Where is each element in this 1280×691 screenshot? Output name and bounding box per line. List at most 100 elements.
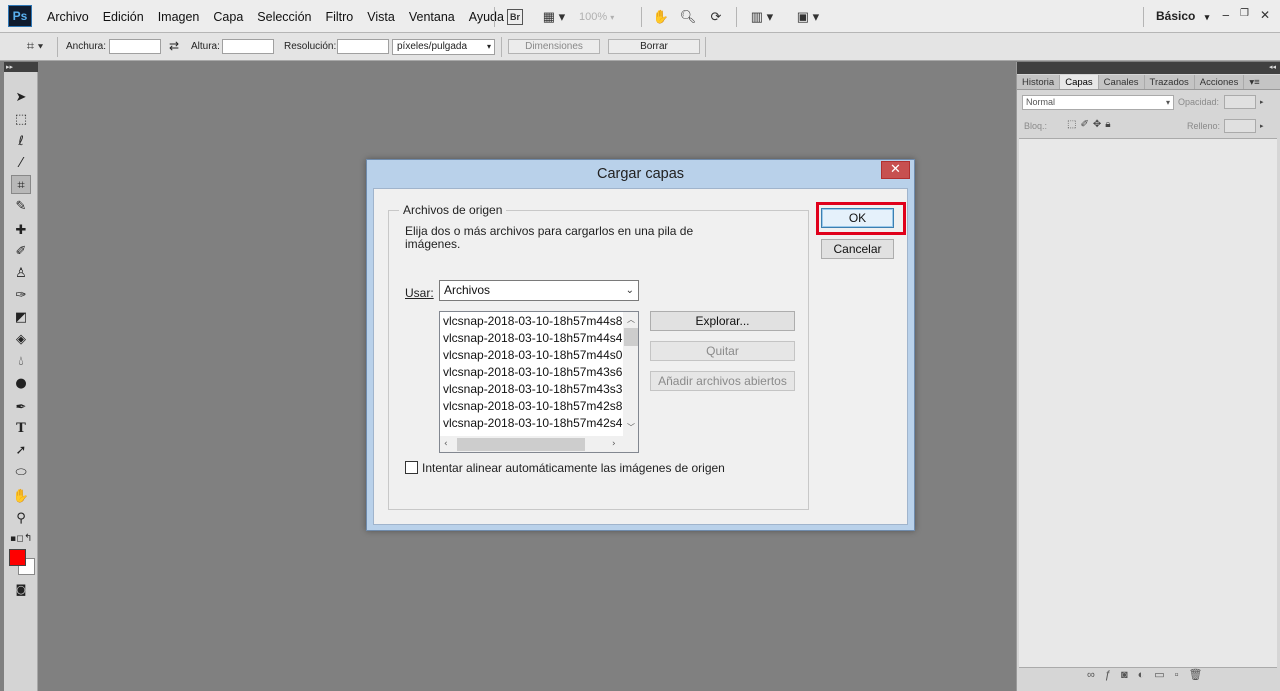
use-label-text: Usar: bbox=[405, 286, 434, 300]
ok-button[interactable]: OK bbox=[821, 208, 894, 228]
lasso-tool-icon[interactable]: ℓ bbox=[11, 132, 31, 151]
bridge-icon[interactable]: Br bbox=[507, 9, 523, 25]
scroll-right-icon[interactable]: › bbox=[612, 439, 616, 449]
move-tool-icon[interactable]: ➤ bbox=[11, 88, 31, 107]
list-item[interactable]: vlcsnap-2018-03-10-18h57m42s480 bbox=[443, 415, 623, 432]
menu-capa[interactable]: Capa bbox=[206, 10, 250, 24]
menu-ventana[interactable]: Ventana bbox=[402, 10, 462, 24]
zoom-tool-icon[interactable]: 🔍︎ bbox=[678, 8, 698, 26]
panel-grip[interactable]: ◂◂ bbox=[1017, 62, 1280, 74]
layers-list[interactable] bbox=[1019, 138, 1277, 668]
vertical-scrollbar[interactable]: ︿ ﹀ bbox=[623, 312, 638, 436]
crop-tool-preset-icon[interactable]: ⌗ ▾ bbox=[20, 37, 50, 55]
list-item[interactable]: vlcsnap-2018-03-10-18h57m44s423 bbox=[443, 330, 623, 347]
resolution-unit-value: píxeles/pulgada bbox=[397, 41, 468, 52]
ellipse-tool-icon[interactable]: ⬭ bbox=[11, 463, 31, 482]
horizontal-scroll-thumb[interactable] bbox=[457, 438, 585, 451]
quick-mask-icon[interactable]: ◙ bbox=[11, 580, 31, 599]
height-input[interactable] bbox=[222, 39, 274, 54]
fill-input[interactable] bbox=[1224, 119, 1256, 133]
marquee-tool-icon[interactable]: ⬚ bbox=[11, 110, 31, 129]
list-item[interactable]: vlcsnap-2018-03-10-18h57m43s663 bbox=[443, 364, 623, 381]
browse-button[interactable]: Explorar... bbox=[650, 311, 795, 331]
healing-brush-tool-icon[interactable]: ✚ bbox=[11, 221, 31, 240]
resolution-input[interactable] bbox=[337, 39, 389, 54]
menu-imagen[interactable]: Imagen bbox=[151, 10, 207, 24]
file-list[interactable]: vlcsnap-2018-03-10-18h57m44s823 vlcsnap-… bbox=[439, 311, 639, 453]
panel-menu-icon[interactable]: ▾≡ bbox=[1244, 75, 1264, 89]
scroll-down-icon[interactable]: ﹀ bbox=[627, 422, 635, 433]
menu-edicion[interactable]: Edición bbox=[96, 10, 151, 24]
cancel-button[interactable]: Cancelar bbox=[821, 239, 894, 259]
opacity-input[interactable] bbox=[1224, 95, 1256, 109]
menu-filtro[interactable]: Filtro bbox=[318, 10, 360, 24]
horizontal-scrollbar[interactable]: ‹ › bbox=[440, 436, 638, 452]
remove-button[interactable]: Quitar bbox=[650, 341, 795, 361]
resolution-unit-select[interactable]: píxeles/pulgada ▾ bbox=[392, 39, 495, 55]
default-colors-icon[interactable]: ▪◻ bbox=[10, 534, 24, 544]
rotate-view-icon[interactable]: ⟳ bbox=[706, 8, 726, 26]
brush-tool-icon[interactable]: ✐ bbox=[11, 242, 31, 261]
eraser-tool-icon[interactable]: ◩ bbox=[11, 308, 31, 327]
list-item[interactable]: vlcsnap-2018-03-10-18h57m42s863 bbox=[443, 398, 623, 415]
scroll-up-icon[interactable]: ︿ bbox=[627, 314, 635, 325]
menu-archivo[interactable]: Archivo bbox=[40, 10, 96, 24]
tab-capas[interactable]: Capas bbox=[1060, 75, 1099, 89]
add-open-files-button[interactable]: Añadir archivos abiertos bbox=[650, 371, 795, 391]
screen-mode-icon[interactable]: ▣ ▾ bbox=[792, 8, 824, 26]
type-tool-icon[interactable]: T bbox=[11, 419, 31, 438]
view-extras-icon[interactable]: ▦ ▾ bbox=[538, 8, 570, 26]
width-input[interactable] bbox=[109, 39, 161, 54]
crop-tool-icon[interactable]: ⌗ bbox=[11, 175, 31, 194]
menu-separator bbox=[641, 7, 642, 27]
scroll-left-icon[interactable]: ‹ bbox=[444, 439, 448, 449]
tab-canales[interactable]: Canales bbox=[1099, 75, 1145, 89]
dimensions-button[interactable]: Dimensiones bbox=[508, 39, 600, 54]
quick-selection-tool-icon[interactable]: ⁄ bbox=[11, 154, 31, 173]
close-icon[interactable]: ✕ bbox=[1260, 8, 1270, 22]
eyedropper-tool-icon[interactable]: ✎ bbox=[11, 197, 31, 216]
menu-seleccion[interactable]: Selección bbox=[250, 10, 318, 24]
blur-tool-icon[interactable]: 💧︎ bbox=[11, 352, 31, 371]
tab-trazados[interactable]: Trazados bbox=[1145, 75, 1195, 89]
list-item[interactable]: vlcsnap-2018-03-10-18h57m44s823 bbox=[443, 313, 623, 330]
swap-dimensions-icon[interactable]: ⇄ bbox=[169, 39, 179, 53]
vertical-scroll-thumb[interactable] bbox=[624, 328, 638, 346]
opacity-arrow-icon[interactable]: ▸ bbox=[1260, 98, 1264, 106]
tab-acciones[interactable]: Acciones bbox=[1195, 75, 1245, 89]
list-item[interactable]: vlcsnap-2018-03-10-18h57m44s032 bbox=[443, 347, 623, 364]
minimize-icon[interactable]: ‒ bbox=[1222, 8, 1230, 22]
arrange-documents-icon[interactable]: ▥ ▾ bbox=[746, 8, 778, 26]
menu-ayuda[interactable]: Ayuda bbox=[462, 10, 511, 24]
options-separator bbox=[705, 37, 706, 57]
clone-stamp-tool-icon[interactable]: ♙ bbox=[11, 264, 31, 283]
foreground-color-swatch[interactable] bbox=[9, 549, 26, 566]
use-select[interactable]: Archivos ⌄ bbox=[439, 280, 639, 301]
lock-options-icon[interactable]: ⬚✐✥🔒︎ bbox=[1067, 119, 1115, 130]
restore-icon[interactable]: ❐ bbox=[1240, 8, 1249, 19]
tools-panel-grip[interactable]: ▸▸ bbox=[4, 62, 38, 72]
zoom-tool-icon[interactable]: ⚲ bbox=[11, 509, 31, 528]
tab-historia[interactable]: Historia bbox=[1017, 75, 1061, 89]
auto-align-option[interactable]: Intentar alinear automáticamente las imá… bbox=[405, 461, 725, 475]
auto-align-checkbox[interactable] bbox=[405, 461, 418, 474]
hand-tool-icon[interactable]: ✋ bbox=[11, 487, 31, 506]
dodge-tool-icon[interactable]: ● bbox=[11, 374, 31, 393]
source-files-legend: Archivos de origen bbox=[399, 203, 507, 217]
fill-arrow-icon[interactable]: ▸ bbox=[1260, 122, 1264, 130]
pen-tool-icon[interactable]: ✒ bbox=[11, 398, 31, 417]
workspace-switcher[interactable]: Básico ▾ bbox=[1156, 9, 1209, 23]
clear-button[interactable]: Borrar bbox=[608, 39, 700, 54]
paint-bucket-tool-icon[interactable]: ◈ bbox=[11, 330, 31, 349]
list-item[interactable]: vlcsnap-2018-03-10-18h57m43s315 bbox=[443, 381, 623, 398]
history-brush-tool-icon[interactable]: ✑ bbox=[11, 286, 31, 305]
menu-separator bbox=[1143, 7, 1144, 27]
menu-vista[interactable]: Vista bbox=[360, 10, 402, 24]
blend-mode-select[interactable]: Normal ▾ bbox=[1022, 95, 1174, 110]
swap-colors-icon[interactable]: ↰ bbox=[24, 533, 32, 544]
zoom-level[interactable]: 100% ▾ bbox=[579, 9, 633, 25]
path-selection-tool-icon[interactable]: ➚ bbox=[11, 441, 31, 460]
layer-actions-icon[interactable]: ∞ƒ◙◐▭▫🗑︎ bbox=[1087, 668, 1213, 681]
dialog-close-button[interactable]: ✕ bbox=[881, 161, 910, 179]
hand-tool-icon[interactable]: ✋ bbox=[651, 8, 671, 26]
